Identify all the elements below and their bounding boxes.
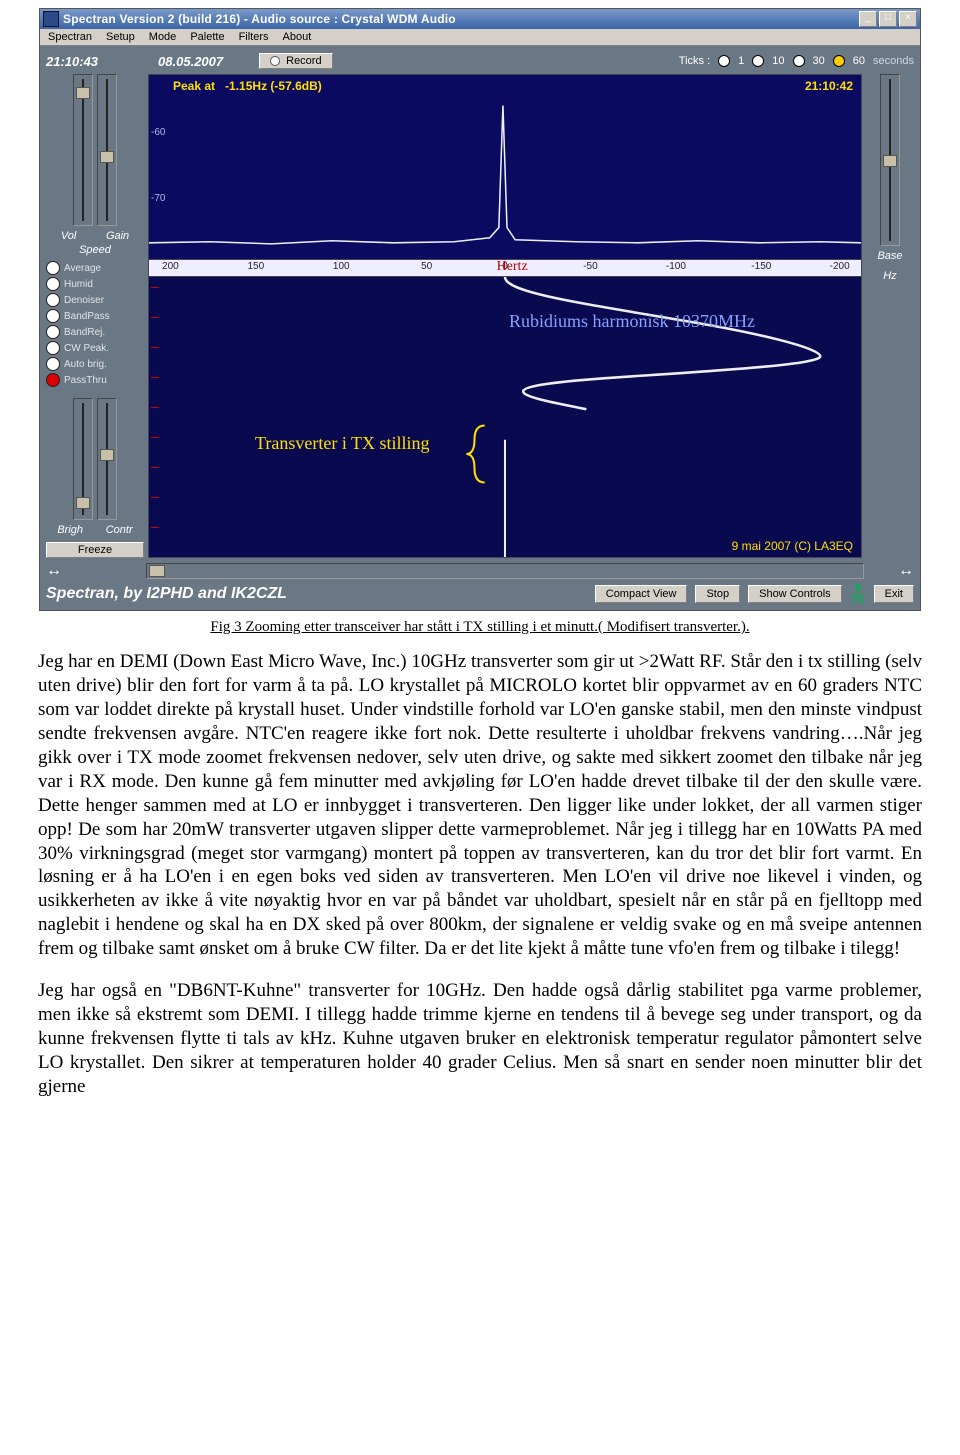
date: 08.05.2007	[158, 54, 223, 69]
brigh-label: Brigh	[57, 524, 83, 536]
window-titlebar[interactable]: Spectran Version 2 (build 216) - Audio s…	[40, 9, 920, 29]
hslider-right-icon[interactable]: ↔	[866, 562, 914, 580]
ticks-seconds: seconds	[873, 55, 914, 67]
freeze-button[interactable]: Freeze	[46, 542, 144, 558]
paragraph-2: Jeg har også en "DB6NT-Kuhne" transverte…	[38, 979, 922, 1099]
menu-spectran[interactable]: Spectran	[48, 31, 92, 43]
anno-transverter: Transverter i TX stilling	[255, 433, 430, 454]
gain-slider[interactable]	[97, 74, 117, 226]
menu-setup[interactable]: Setup	[106, 31, 135, 43]
toggle-humid[interactable]: Humid	[46, 276, 144, 292]
window-title: Spectran Version 2 (build 216) - Audio s…	[63, 12, 859, 26]
anno-rubidium: Rubidiums harmonisk 10370MHz	[509, 311, 755, 332]
brigh-slider[interactable]	[73, 398, 93, 520]
right-panel: Base Hz	[866, 74, 914, 558]
record-button[interactable]: Record	[259, 53, 332, 69]
base-slider[interactable]	[880, 74, 900, 246]
spectran-window: Spectran Version 2 (build 216) - Audio s…	[39, 8, 921, 611]
exit-button[interactable]: Exit	[874, 585, 914, 603]
toggle-autobrig[interactable]: Auto brig.	[46, 356, 144, 372]
figure-caption: Fig 3 Zooming etter transceiver har ståt…	[38, 619, 922, 636]
toggle-average[interactable]: Average	[46, 260, 144, 276]
x-axis: 200 150 100 50 0 Hertz -50 -100 -150 -20…	[148, 260, 862, 276]
menu-filters[interactable]: Filters	[239, 31, 269, 43]
maximize-button[interactable]: □	[879, 11, 897, 27]
clock: 21:10:43	[46, 54, 98, 69]
ticks-selector: Ticks : 1 10 30 60 seconds	[679, 55, 914, 67]
toggle-cwpeak[interactable]: CW Peak.	[46, 340, 144, 356]
gain-label: Gain	[106, 230, 129, 242]
record-label: Record	[286, 55, 321, 67]
stop-button[interactable]: Stop	[695, 585, 740, 603]
vol-slider[interactable]	[73, 74, 93, 226]
info-bar: 21:10:43 08.05.2007 Record Ticks : 1 10 …	[46, 50, 914, 72]
hslider-row: ↔ ↔	[46, 562, 914, 580]
spectrum-graph[interactable]: Peak at -1.15Hz (-57.6dB) 21:10:42 -60 -…	[148, 74, 862, 260]
tick-1-radio[interactable]	[718, 55, 730, 67]
hz-label: Hz	[883, 270, 896, 282]
menubar: Spectran Setup Mode Palette Filters Abou…	[40, 29, 920, 46]
waterfall[interactable]: Rubidiums harmonisk 10370MHz Transverter…	[148, 276, 862, 558]
ticks-label: Ticks :	[679, 55, 710, 67]
toggle-bandpass[interactable]: BandPass	[46, 308, 144, 324]
contr-label: Contr	[106, 524, 133, 536]
tick-30-radio[interactable]	[793, 55, 805, 67]
paragraph-1: Jeg har en DEMI (Down East Micro Wave, I…	[38, 650, 922, 961]
toggle-passthru[interactable]: PassThru	[46, 372, 144, 388]
footer-bar: Spectran, by I2PHD and IK2CZL Compact Vi…	[46, 584, 914, 604]
hertz-label: Hertz	[497, 259, 528, 275]
speed-label: Speed	[46, 244, 144, 256]
toggle-bandrej[interactable]: BandRej.	[46, 324, 144, 340]
copyright: 9 mai 2007 (C) LA3EQ	[732, 539, 853, 553]
show-controls-button[interactable]: Show Controls	[748, 585, 842, 603]
menu-mode[interactable]: Mode	[149, 31, 177, 43]
tick-10-radio[interactable]	[752, 55, 764, 67]
base-label: Base	[877, 250, 902, 262]
contr-slider[interactable]	[97, 398, 117, 520]
record-icon	[270, 56, 280, 66]
minimize-button[interactable]: _	[859, 11, 877, 27]
menu-about[interactable]: About	[283, 31, 312, 43]
close-button[interactable]: ×	[899, 11, 917, 27]
left-panel: Vol Gain Speed Average Humid Denoiser Ba…	[46, 74, 144, 558]
vol-label: Vol	[61, 230, 77, 242]
hslider-left-icon[interactable]: ↔	[46, 562, 144, 580]
menu-palette[interactable]: Palette	[190, 31, 224, 43]
credits-text: Spectran, by I2PHD and IK2CZL	[46, 585, 587, 603]
toggle-denoiser[interactable]: Denoiser	[46, 292, 144, 308]
hslider[interactable]	[146, 563, 864, 579]
exit-icon	[850, 584, 866, 604]
compact-view-button[interactable]: Compact View	[595, 585, 688, 603]
spectrum-panel: Peak at -1.15Hz (-57.6dB) 21:10:42 -60 -…	[148, 74, 862, 558]
app-icon	[43, 11, 59, 27]
toggle-list: Average Humid Denoiser BandPass BandRej.…	[46, 260, 144, 388]
tick-60-radio[interactable]	[833, 55, 845, 67]
